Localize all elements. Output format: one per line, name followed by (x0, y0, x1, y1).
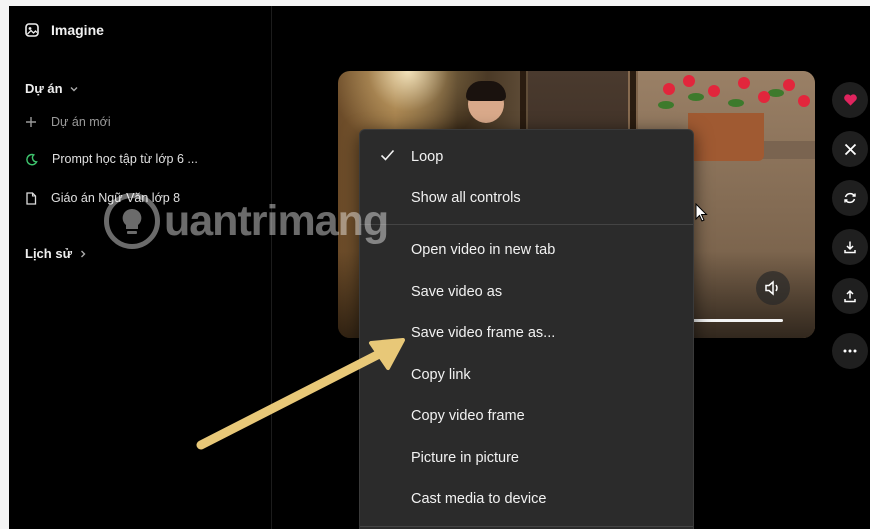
menu-item-label: Show all controls (411, 190, 521, 206)
menu-item-save-video-as[interactable]: Save video as (360, 274, 693, 310)
sidebar-item-label: Prompt học tập từ lớp 6 ... (52, 152, 198, 166)
action-rail (832, 6, 868, 529)
brand-name: Imagine (51, 22, 104, 38)
menu-item-label: Open video in new tab (411, 242, 556, 258)
video-flowers (648, 71, 815, 131)
plus-icon (25, 116, 37, 128)
app-window: Imagine Dự án Dự án mới Prompt học tập t… (9, 6, 870, 529)
download-button[interactable] (832, 229, 868, 265)
volume-button[interactable] (756, 271, 790, 305)
menu-item-label: Copy link (411, 367, 471, 383)
share-x-button[interactable] (832, 131, 868, 167)
moon-icon (25, 153, 38, 166)
menu-item-copy-link[interactable]: Copy link (360, 357, 693, 393)
menu-separator (360, 526, 693, 527)
watermark-logo-icon (104, 193, 160, 249)
video-progress-bar[interactable] (688, 319, 783, 322)
sidebar-item-project-prompt[interactable]: Prompt học tập từ lớp 6 ... (25, 152, 198, 166)
menu-item-copy-video-frame[interactable]: Copy video frame (360, 398, 693, 434)
x-logo-icon (844, 143, 857, 156)
sidebar: Imagine Dự án Dự án mới Prompt học tập t… (9, 6, 272, 529)
imagine-logo-icon (25, 23, 39, 37)
menu-item-label: Loop (411, 149, 444, 165)
menu-item-show-all-controls[interactable]: Show all controls (360, 180, 693, 216)
menu-item-label: Picture in picture (411, 450, 519, 466)
heart-icon (843, 93, 858, 107)
document-icon (25, 191, 37, 205)
chevron-right-icon (78, 249, 88, 259)
regenerate-button[interactable] (832, 180, 868, 216)
refresh-icon (843, 191, 857, 205)
like-button[interactable] (832, 82, 868, 118)
menu-item-loop[interactable]: Loop (360, 139, 693, 175)
menu-item-label: Cast media to device (411, 491, 547, 507)
menu-item-cast-media[interactable]: Cast media to device (360, 481, 693, 517)
menu-item-save-video-frame-as[interactable]: Save video frame as... (360, 315, 693, 351)
download-icon (843, 240, 857, 254)
chevron-down-icon (69, 84, 79, 94)
new-project-button[interactable]: Dự án mới (25, 115, 111, 129)
history-heading-label: Lịch sử (25, 246, 72, 261)
watermark: uantrimang (104, 186, 389, 256)
more-icon (843, 349, 857, 353)
menu-separator (360, 224, 693, 225)
new-project-label: Dự án mới (51, 115, 111, 129)
projects-heading[interactable]: Dự án (25, 81, 79, 96)
share-button[interactable] (832, 278, 868, 314)
watermark-text: uantrimang (164, 196, 389, 245)
menu-item-open-video-new-tab[interactable]: Open video in new tab (360, 232, 693, 268)
history-heading[interactable]: Lịch sử (25, 246, 88, 261)
mouse-cursor-icon (695, 202, 709, 228)
menu-item-label: Save video frame as... (411, 325, 556, 341)
projects-heading-label: Dự án (25, 81, 63, 96)
share-upload-icon (843, 289, 857, 303)
menu-item-label: Save video as (411, 284, 503, 300)
more-options-button[interactable] (832, 333, 868, 369)
checkmark-icon (380, 149, 395, 161)
context-menu: Loop Show all controls Open video in new… (359, 129, 694, 529)
video-person-hair (466, 81, 506, 101)
menu-item-picture-in-picture[interactable]: Picture in picture (360, 440, 693, 476)
speaker-icon (764, 280, 782, 296)
menu-item-label: Copy video frame (411, 408, 525, 424)
brand[interactable]: Imagine (25, 22, 104, 38)
